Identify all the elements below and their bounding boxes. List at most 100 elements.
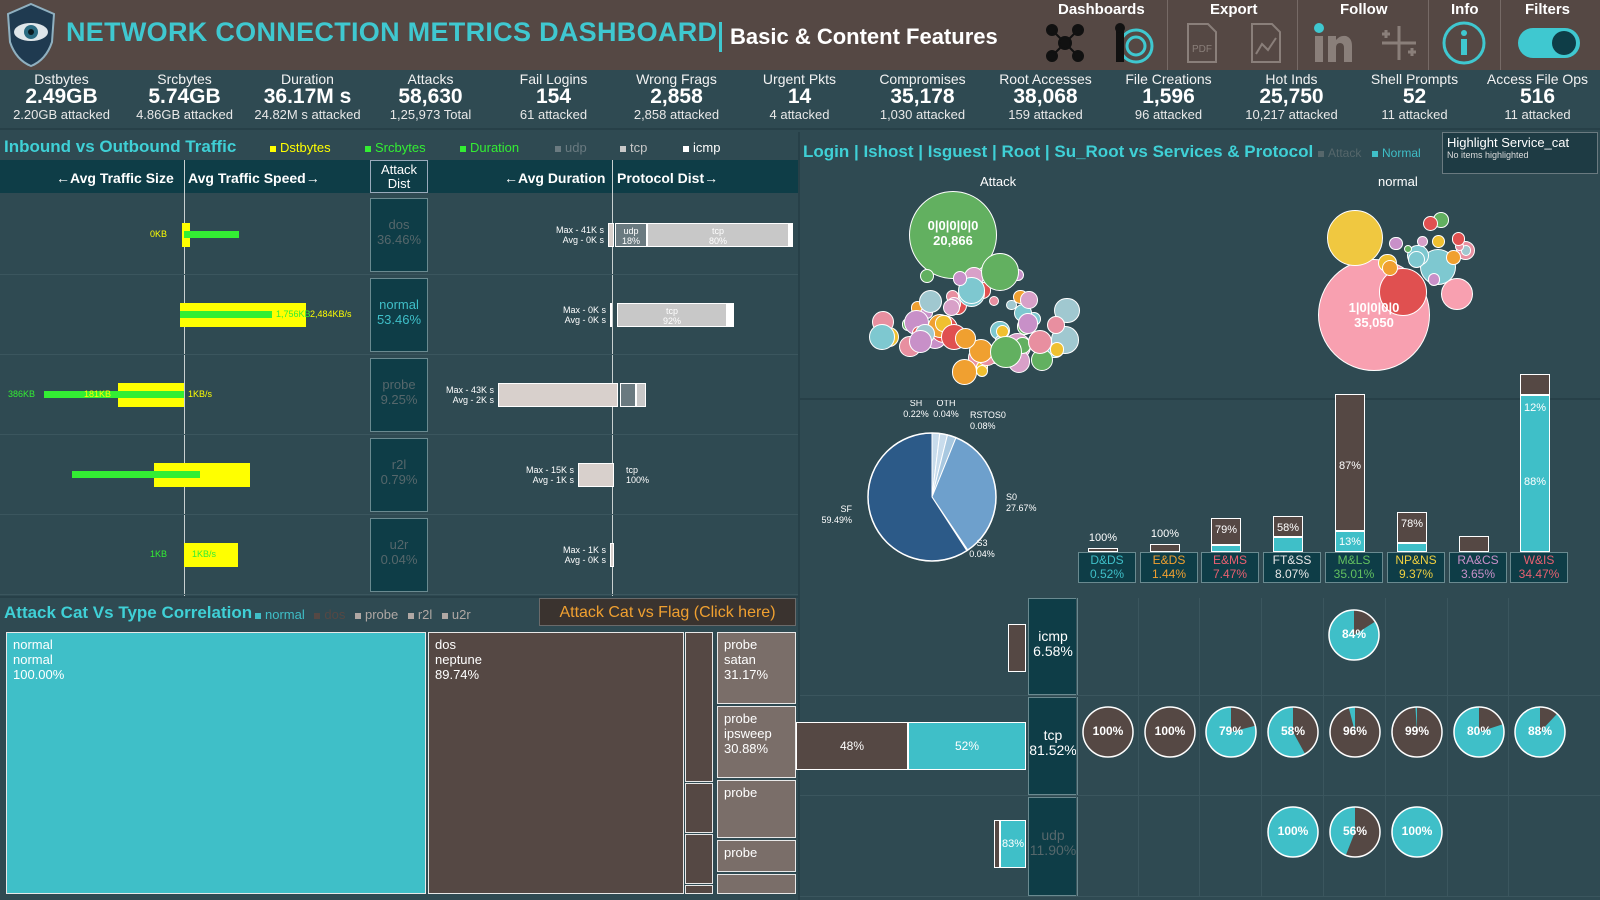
bubble-attack-small[interactable] [952,270,968,286]
attack-dist-probe[interactable]: probe 9.25% [370,358,428,432]
legend-tcp[interactable]: tcp [620,140,647,155]
legend-icmp[interactable]: icmp [683,140,720,155]
info-icon[interactable] [1441,20,1487,66]
bar-srcbytes-normal[interactable] [180,311,272,318]
attack-dist-r2l[interactable]: r2l 0.79% [370,438,428,512]
filters-toggle[interactable] [1518,28,1580,58]
bar-duration-u2r[interactable] [610,543,614,567]
tm-cell-r2l-u2r[interactable] [717,874,796,894]
bubble-attack-small[interactable] [990,336,1022,368]
bubble-normal-small[interactable] [1389,236,1403,251]
proto-bar-udp-normal[interactable]: 83% [1000,820,1026,868]
proto-bar-tcp-normal[interactable]: 52% [908,722,1026,770]
linkedin-icon[interactable] [1310,20,1356,66]
bubble-attack-small[interactable] [951,359,978,385]
bubble-attack-small[interactable] [981,253,1019,291]
bubble-normal-small[interactable] [1446,250,1461,265]
bar-srcbytes-dos[interactable] [184,231,239,238]
bar-duration-r2l[interactable] [578,463,614,487]
protocol-segment[interactable]: tcp 92% [617,303,727,327]
proto-bar-icmp[interactable] [1008,624,1026,672]
bubble-attack-small[interactable] [918,289,943,314]
service-bar-normal-5[interactable] [1397,543,1427,552]
tm-cell-dos-other-4[interactable] [685,885,713,894]
service-bar-normal-2[interactable] [1211,544,1241,552]
bubble-attack-small[interactable] [1020,291,1038,309]
bubble-normal-small[interactable] [1417,236,1428,247]
protocol-segment[interactable] [620,383,636,407]
service-bar-attack-1[interactable] [1150,544,1180,552]
bubble-normal-small[interactable] [1428,273,1441,286]
legend-dstbytes[interactable]: Dstbytes [270,140,331,155]
legend-udp[interactable]: udp [555,140,587,155]
bubble-attack-small[interactable] [1050,342,1065,357]
bubble-normal-small[interactable] [1431,235,1445,248]
protocol-segment[interactable]: udp 18% [615,223,647,247]
legend-tm-probe[interactable]: probe [354,607,398,622]
service-label-3[interactable]: FT&SS 8.07% [1263,552,1321,583]
bubble-attack-small[interactable] [1006,299,1017,311]
service-label-2[interactable]: E&MS 7.47% [1201,552,1259,583]
legend-tm-normal[interactable]: normal [255,607,305,622]
attack-cat-flag-button[interactable]: Attack Cat vs Flag (Click here) [539,598,796,626]
highlight-service-cat[interactable]: Highlight Service_cat No items highlight… [1442,132,1598,174]
bar-duration-dos[interactable] [608,223,614,247]
network-graph-icon[interactable] [1042,20,1088,66]
service-label-5[interactable]: NP&NS 9.37% [1387,552,1445,583]
protocol-label-tcp[interactable]: tcp 81.52% [1028,697,1078,795]
tm-cell-probe-3[interactable]: probe [717,780,796,838]
bubble-normal-small[interactable] [1441,278,1473,310]
attack-dist-normal[interactable]: normal 53.46% [370,278,428,352]
bubble-attack-small[interactable] [975,364,988,378]
radar-tower-icon[interactable] [1110,20,1156,66]
service-label-7[interactable]: W&IS 34.47% [1510,552,1568,583]
bubble-attack-small[interactable] [1028,330,1052,354]
legend-tm-r2l[interactable]: r2l [407,607,432,622]
protocol-segment[interactable]: tcp 80% [647,223,789,247]
bubble-normal-small[interactable] [1327,210,1383,266]
service-label-6[interactable]: RA&CS 3.65% [1449,552,1507,583]
export-pdf-icon[interactable]: PDF [1180,20,1224,66]
bubble-attack-small[interactable] [868,324,895,351]
protocol-label-icmp[interactable]: icmp 6.58% [1028,598,1078,695]
tm-cell-probe-4[interactable]: probe [717,840,796,872]
bubble-attack-small[interactable] [920,268,935,283]
legend-attack[interactable]: Attack [1318,146,1361,160]
tm-cell-dos-neptune[interactable]: dos neptune 89.74% [428,632,684,894]
bar-srcbytes-probe[interactable] [44,391,184,398]
proto-bar-tcp-attack[interactable]: 48% [796,722,908,770]
legend-duration[interactable]: Duration [460,140,519,155]
service-bar-attack-7[interactable] [1520,374,1550,396]
tm-cell-dos-other-1[interactable] [685,632,713,782]
service-label-0[interactable]: D&DS 0.52% [1078,552,1136,583]
protocol-segment[interactable] [727,303,734,327]
attack-dist-u2r[interactable]: u2r 0.04% [370,518,428,592]
bar-duration-normal[interactable] [610,303,612,327]
tm-cell-dos-other-3[interactable] [685,834,713,884]
tm-cell-probe-ipsweep[interactable]: probe ipsweep 30.88% [717,706,796,778]
bubble-normal-small[interactable] [1451,232,1466,246]
tm-cell-probe-satan[interactable]: probe satan 31.17% [717,632,796,704]
legend-tm-dos[interactable]: dos [314,607,345,622]
service-label-1[interactable]: E&DS 1.44% [1140,552,1198,583]
legend-normal[interactable]: Normal [1372,146,1421,160]
bubble-attack-small[interactable] [988,295,1000,307]
attack-dist-dos[interactable]: dos 36.46% [370,198,428,272]
legend-srcbytes[interactable]: Srcbytes [365,140,426,155]
bubble-attack-small[interactable] [954,328,976,350]
protocol-segment[interactable] [636,383,646,407]
service-label-4[interactable]: M&LS 35.01% [1325,552,1383,583]
bar-srcbytes-r2l[interactable] [72,471,200,478]
bubble-normal-small[interactable] [1422,215,1438,231]
bar-duration-probe[interactable] [498,383,618,407]
tm-cell-dos-other-2[interactable] [685,783,713,833]
bubble-attack-small[interactable] [1047,315,1066,334]
tableau-plus-icon[interactable] [1376,20,1422,66]
export-image-icon[interactable] [1244,20,1288,66]
protocol-label-udp[interactable]: udp 11.90% [1028,797,1078,896]
service-bar-normal-7[interactable] [1520,395,1550,552]
bubble-attack-small[interactable] [909,330,933,353]
tm-cell-normal[interactable]: normal normal 100.00% [6,632,426,894]
protocol-segment[interactable] [789,223,793,247]
service-bar-attack-6[interactable] [1459,536,1489,552]
